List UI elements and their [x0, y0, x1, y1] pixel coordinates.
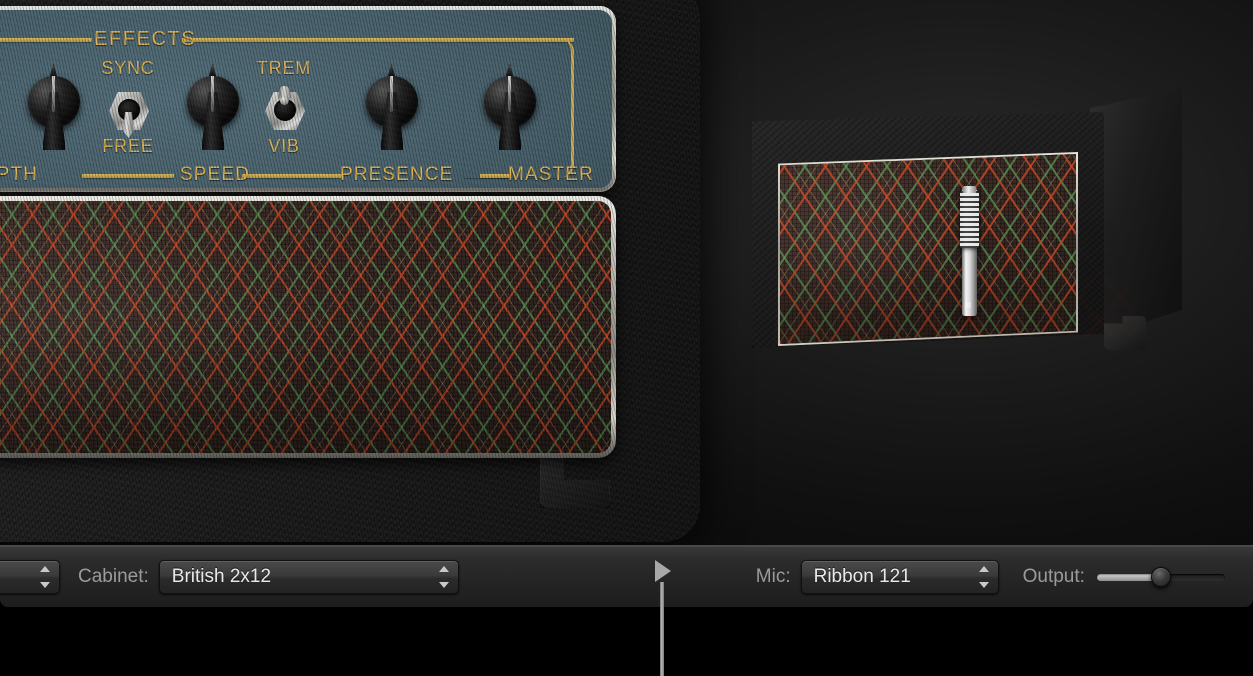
master-knob-label: MASTER	[508, 164, 594, 185]
play-triangle-icon	[655, 560, 671, 582]
cabinet-value: British 2x12	[171, 565, 272, 587]
output-slider-thumb[interactable]	[1150, 566, 1171, 587]
amp-model-popup[interactable]	[0, 560, 60, 594]
microphone[interactable]	[958, 186, 980, 316]
chevron-up-icon	[40, 566, 50, 572]
output-slider[interactable]	[1096, 566, 1225, 587]
microphone-grille-icon	[960, 190, 979, 248]
speed-sync-label-free: FREE	[102, 136, 154, 156]
bottom-toolbar: Cabinet: British 2x12 Mic: Ribbon 121 Ou…	[0, 545, 1253, 607]
effects-section-title: EFFECTS	[94, 28, 197, 50]
amp-model-stepper-icon[interactable]	[39, 566, 51, 588]
presence-knob[interactable]	[359, 62, 425, 154]
amp-grille-bezel	[0, 196, 616, 458]
mic-position-pointer[interactable]	[655, 560, 681, 676]
cabinet-stepper-icon[interactable]	[438, 565, 450, 588]
amplifier-head: EFFECTS ON OFF	[0, 0, 700, 542]
panel-border-line-left	[0, 38, 92, 42]
effect-type-label-trem: TREM	[256, 58, 312, 78]
control-panel-bezel: EFFECTS ON OFF	[0, 6, 616, 192]
toggle-lever-tip-icon	[280, 96, 289, 105]
chevron-down-icon	[438, 581, 449, 588]
chevron-down-icon	[40, 582, 50, 588]
amp-grille-cloth	[0, 201, 611, 453]
chevron-up-icon	[978, 565, 989, 572]
cabinet-scene: EFFECTS ON OFF	[0, 0, 1253, 545]
cabinet-label: Cabinet:	[78, 565, 149, 587]
chevron-up-icon	[438, 565, 449, 572]
cabinet-reflection	[756, 192, 1156, 344]
speed-sync-label-sync: SYNC	[101, 58, 155, 78]
depth-knob[interactable]	[21, 62, 87, 154]
microphone-cap-icon	[963, 186, 976, 193]
panel-border-line-bottom-2	[82, 174, 174, 178]
depth-knob-label: DEPTH	[0, 164, 38, 185]
cabinet-popup[interactable]: British 2x12	[158, 559, 459, 594]
effect-type-switch[interactable]	[259, 86, 309, 142]
effect-type-label-vib: VIB	[268, 136, 300, 156]
control-panel: EFFECTS ON OFF	[0, 10, 612, 188]
panel-border-line-bottom-4	[480, 174, 510, 178]
speed-sync-switch[interactable]	[103, 86, 153, 142]
speed-knob-label: SPEED	[180, 164, 250, 185]
output-label: Output:	[1022, 565, 1085, 587]
mic-value: Ribbon 121	[813, 565, 911, 587]
mic-pointer-stem	[660, 582, 664, 676]
speed-knob[interactable]	[180, 62, 246, 154]
amp-designer-window: EFFECTS ON OFF	[0, 0, 1253, 676]
mic-popup[interactable]: Ribbon 121	[800, 559, 999, 594]
chevron-down-icon	[978, 581, 989, 588]
below-toolbar-area	[0, 607, 1253, 676]
panel-border-line-bottom-3	[242, 174, 342, 178]
mic-stepper-icon[interactable]	[978, 565, 990, 588]
mic-label: Mic:	[755, 565, 791, 587]
presence-knob-label: PRESENCE	[340, 164, 454, 185]
master-knob[interactable]	[477, 62, 543, 154]
microphone-badge-icon	[965, 302, 971, 308]
